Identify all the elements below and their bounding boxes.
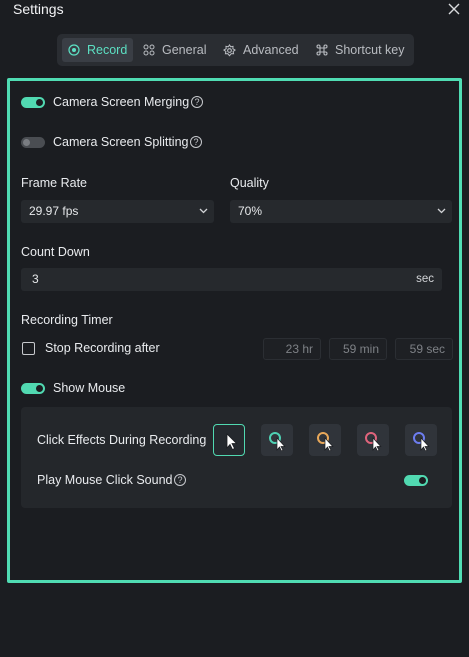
count-down-input[interactable]: 3 sec xyxy=(21,268,442,291)
frame-rate-select[interactable]: 29.97 fps xyxy=(21,200,214,223)
tab-record-label: Record xyxy=(87,43,128,57)
click-effect-ring-blue[interactable] xyxy=(405,424,437,456)
click-sound-help-icon[interactable]: ? xyxy=(174,474,186,486)
camera-merging-toggle[interactable] xyxy=(21,97,45,108)
cursor-ring-teal-icon xyxy=(269,432,286,451)
mouse-settings-box: Click Effects During Recording Play Mous… xyxy=(21,407,452,508)
count-down-unit: sec xyxy=(416,273,434,285)
chevron-down-icon xyxy=(199,208,208,214)
stop-recording-label: Stop Recording after xyxy=(45,341,160,355)
general-icon xyxy=(143,44,155,56)
show-mouse-toggle[interactable] xyxy=(21,383,45,394)
tab-advanced-label: Advanced xyxy=(243,43,299,57)
cursor-ring-orange-icon xyxy=(317,432,334,451)
camera-merging-label: Camera Screen Merging xyxy=(53,95,190,109)
advanced-gear-icon xyxy=(223,43,236,56)
record-icon xyxy=(68,44,80,56)
stop-recording-checkbox[interactable] xyxy=(22,342,35,355)
quality-value: 70% xyxy=(238,204,263,218)
close-icon[interactable] xyxy=(447,2,461,16)
tab-general[interactable]: General xyxy=(137,38,212,62)
show-mouse-label: Show Mouse xyxy=(53,381,126,395)
cursor-icon xyxy=(226,433,238,451)
title-bar: Settings xyxy=(0,0,469,22)
timer-seconds-field[interactable]: 59 sec xyxy=(395,338,453,360)
click-sound-toggle[interactable] xyxy=(404,475,428,486)
quality-select[interactable]: 70% xyxy=(230,200,452,223)
tab-advanced[interactable]: Advanced xyxy=(217,38,305,62)
click-sound-label: Play Mouse Click Sound xyxy=(37,473,173,487)
camera-splitting-help-icon[interactable]: ? xyxy=(190,136,202,148)
command-key-icon xyxy=(316,44,328,56)
settings-tabs: Record General Advanced Shortcut key xyxy=(57,34,414,66)
click-effect-ring-pink[interactable] xyxy=(357,424,389,456)
camera-splitting-toggle[interactable] xyxy=(21,137,45,148)
tab-record[interactable]: Record xyxy=(62,38,134,62)
window-title: Settings xyxy=(13,1,64,17)
count-down-value: 3 xyxy=(32,272,39,286)
timer-minutes-field[interactable]: 59 min xyxy=(329,338,387,360)
frame-rate-value: 29.97 fps xyxy=(29,204,79,218)
tab-shortcut-key[interactable]: Shortcut key xyxy=(310,38,410,62)
timer-hours-field[interactable]: 23 hr xyxy=(263,338,321,360)
click-effect-ring-orange[interactable] xyxy=(309,424,341,456)
camera-merging-help-icon[interactable]: ? xyxy=(191,96,203,108)
recording-timer-label: Recording Timer xyxy=(21,313,113,327)
tab-general-label: General xyxy=(162,43,207,57)
count-down-label: Count Down xyxy=(21,245,90,259)
cursor-ring-blue-icon xyxy=(413,432,430,451)
chevron-down-icon xyxy=(437,208,446,214)
click-effect-ring-teal[interactable] xyxy=(261,424,293,456)
tab-shortcut-key-label: Shortcut key xyxy=(335,43,405,57)
quality-label: Quality xyxy=(230,176,269,190)
frame-rate-label: Frame Rate xyxy=(21,176,87,190)
camera-splitting-label: Camera Screen Splitting xyxy=(53,135,189,149)
cursor-ring-pink-icon xyxy=(365,432,382,451)
click-effects-label: Click Effects During Recording xyxy=(37,433,207,447)
click-effect-plain-cursor[interactable] xyxy=(213,424,245,456)
